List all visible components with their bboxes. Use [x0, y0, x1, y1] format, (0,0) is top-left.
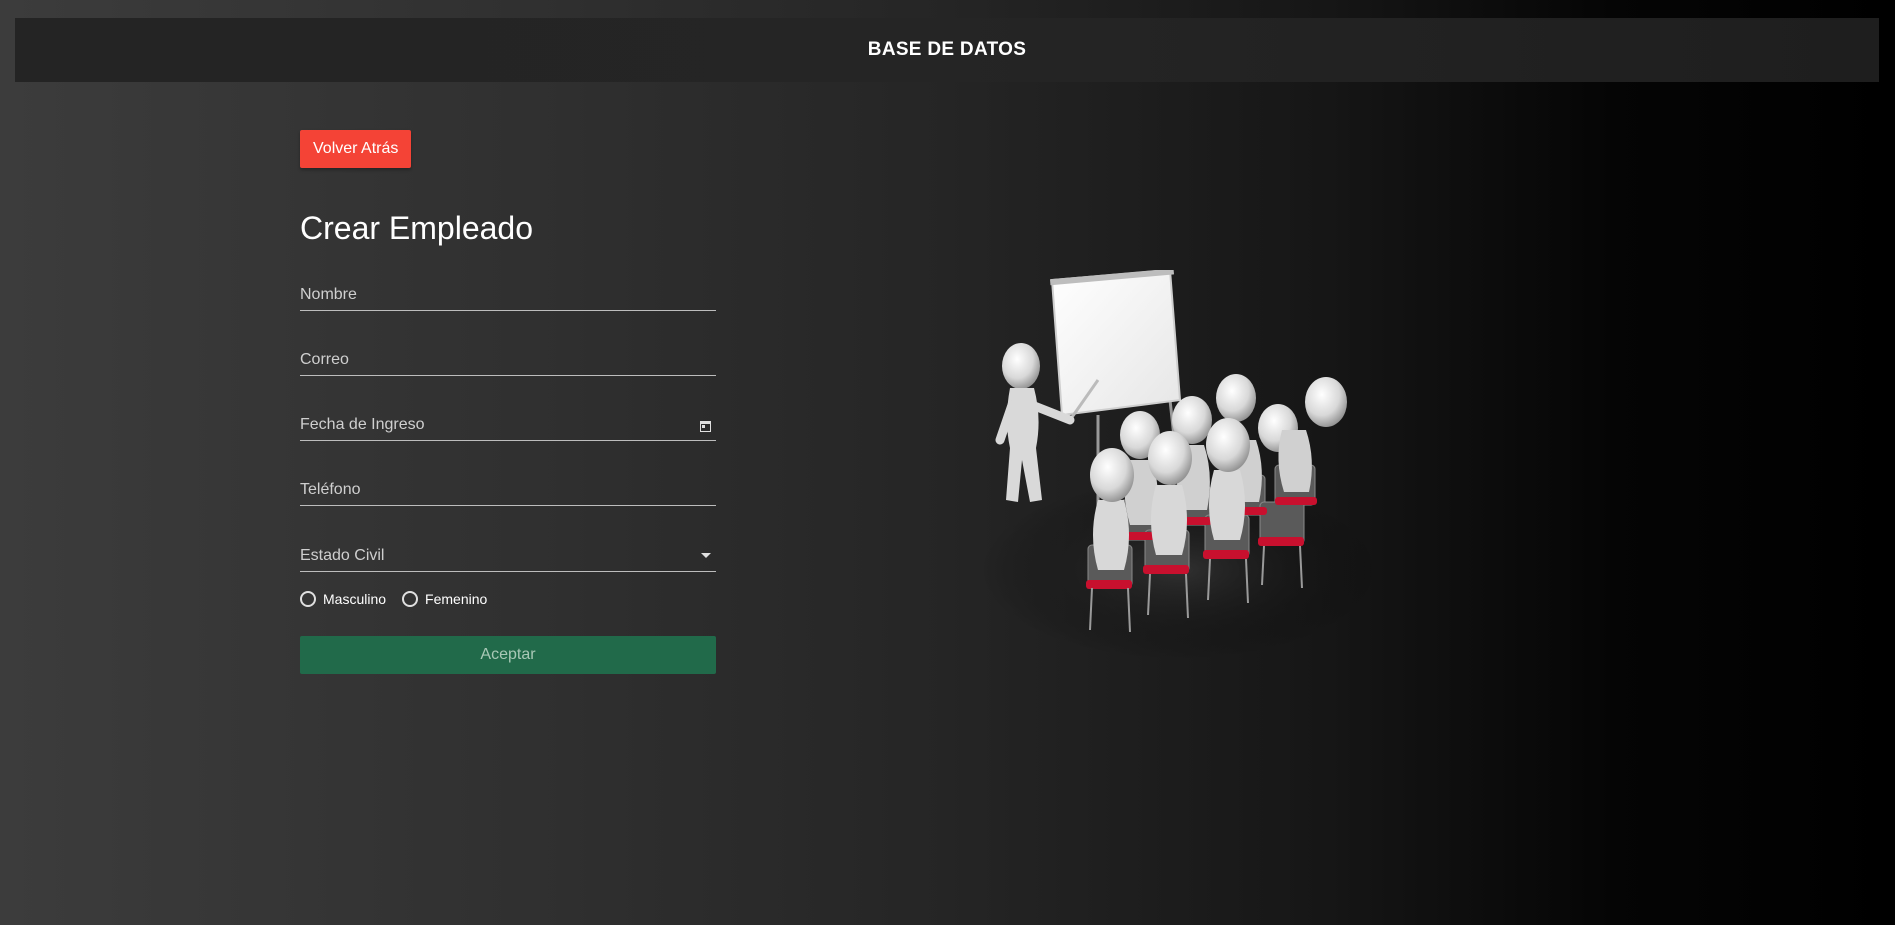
radio-femenino[interactable]: Femenino	[402, 591, 487, 607]
nombre-field[interactable]	[300, 276, 716, 311]
telefono-input[interactable]	[300, 481, 716, 499]
fecha-ingreso-field[interactable]: Fecha de Ingreso	[300, 406, 716, 441]
nombre-input[interactable]	[300, 286, 716, 304]
estado-civil-select[interactable]: Estado Civil	[300, 537, 716, 572]
back-button[interactable]: Volver Atrás	[300, 130, 412, 168]
gender-radio-group: Masculino Femenino	[300, 591, 503, 607]
chevron-down-icon[interactable]	[701, 553, 711, 558]
estado-civil-label: Estado Civil	[300, 547, 385, 564]
accept-button[interactable]: Aceptar	[300, 636, 716, 674]
fecha-ingreso-label: Fecha de Ingreso	[300, 416, 425, 433]
radio-circle-icon[interactable]	[402, 591, 419, 607]
correo-field[interactable]	[300, 341, 716, 376]
form-title: Crear Empleado	[300, 210, 533, 246]
presenter-with-audience-icon	[980, 270, 1380, 660]
header-title: BASE DE DATOS	[867, 39, 1027, 60]
radio-masculino-label: Masculino	[323, 591, 387, 607]
correo-input[interactable]	[300, 351, 716, 369]
app-header: BASE DE DATOS	[15, 18, 1879, 82]
radio-masculino[interactable]: Masculino	[300, 591, 386, 607]
telefono-field[interactable]	[300, 471, 716, 506]
calendar-icon[interactable]	[700, 421, 711, 432]
radio-femenino-label: Femenino	[425, 591, 488, 607]
radio-circle-icon[interactable]	[300, 591, 316, 607]
